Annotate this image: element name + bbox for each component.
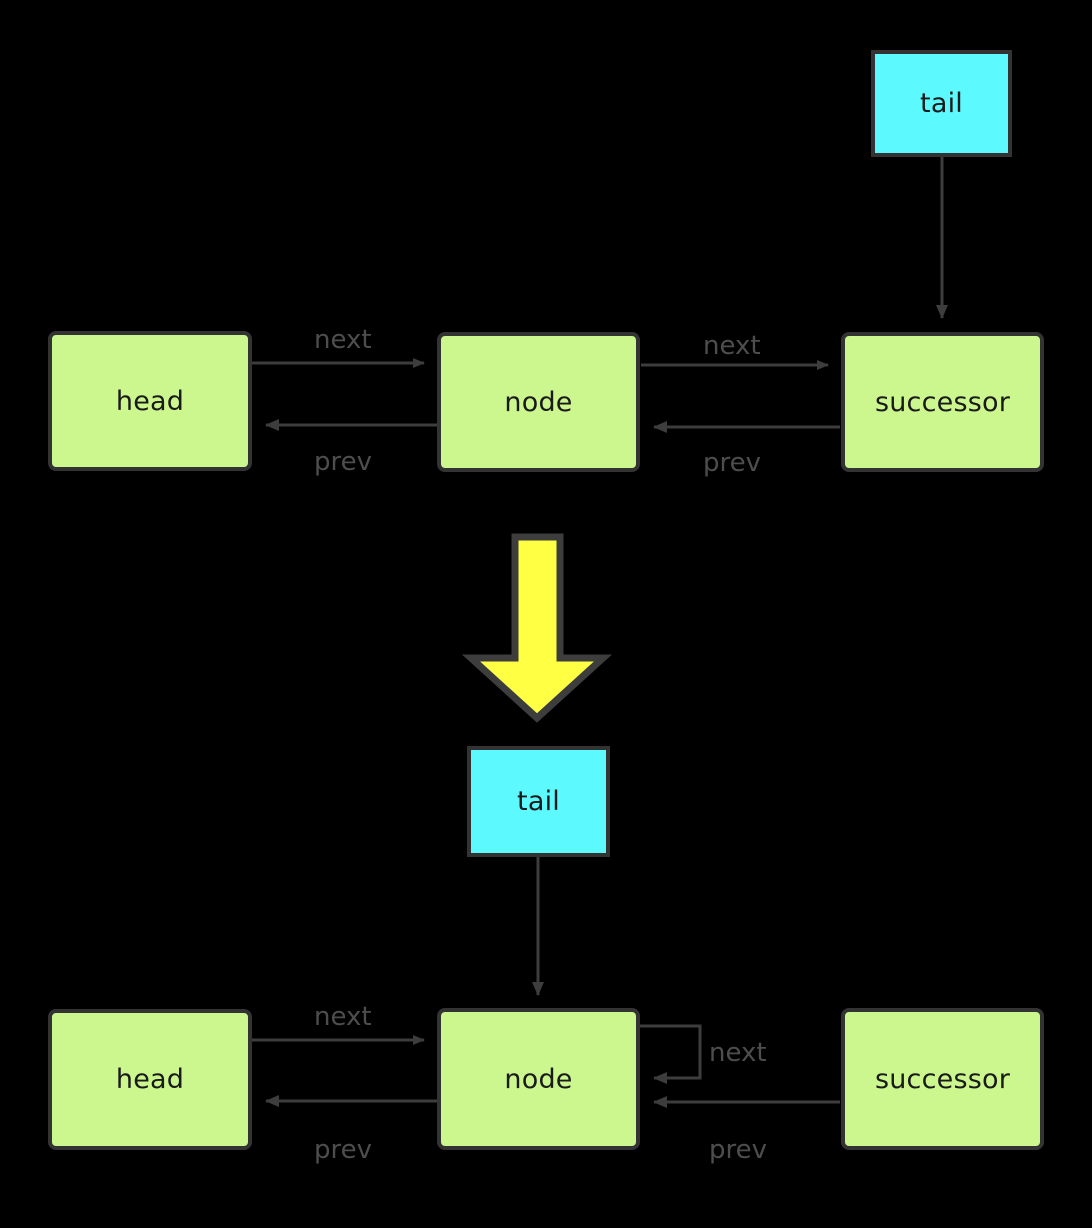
node-label: successor	[874, 1063, 1011, 1095]
diagram-canvas: tail head node successor next prev next …	[0, 0, 1092, 1228]
down-arrow-icon	[461, 533, 613, 723]
node-label: node	[504, 1063, 573, 1095]
node-successor-after[interactable]: successor	[841, 1008, 1044, 1150]
node-tail-after[interactable]: tail	[467, 746, 610, 857]
node-head-after[interactable]: head	[48, 1009, 252, 1150]
node-label: tail	[920, 88, 963, 119]
node-successor-before[interactable]: successor	[841, 332, 1044, 472]
node-label: successor	[874, 386, 1011, 418]
node-tail-before[interactable]: tail	[871, 50, 1012, 157]
edge-node-self-next	[640, 1024, 702, 1084]
node-label: head	[115, 1064, 185, 1095]
node-label: node	[504, 386, 573, 418]
node-node-before[interactable]: node	[437, 332, 640, 472]
node-label: head	[115, 385, 185, 417]
node-label: tail	[517, 786, 560, 817]
node-head-before[interactable]: head	[48, 331, 252, 471]
node-node-after[interactable]: node	[437, 1008, 640, 1150]
